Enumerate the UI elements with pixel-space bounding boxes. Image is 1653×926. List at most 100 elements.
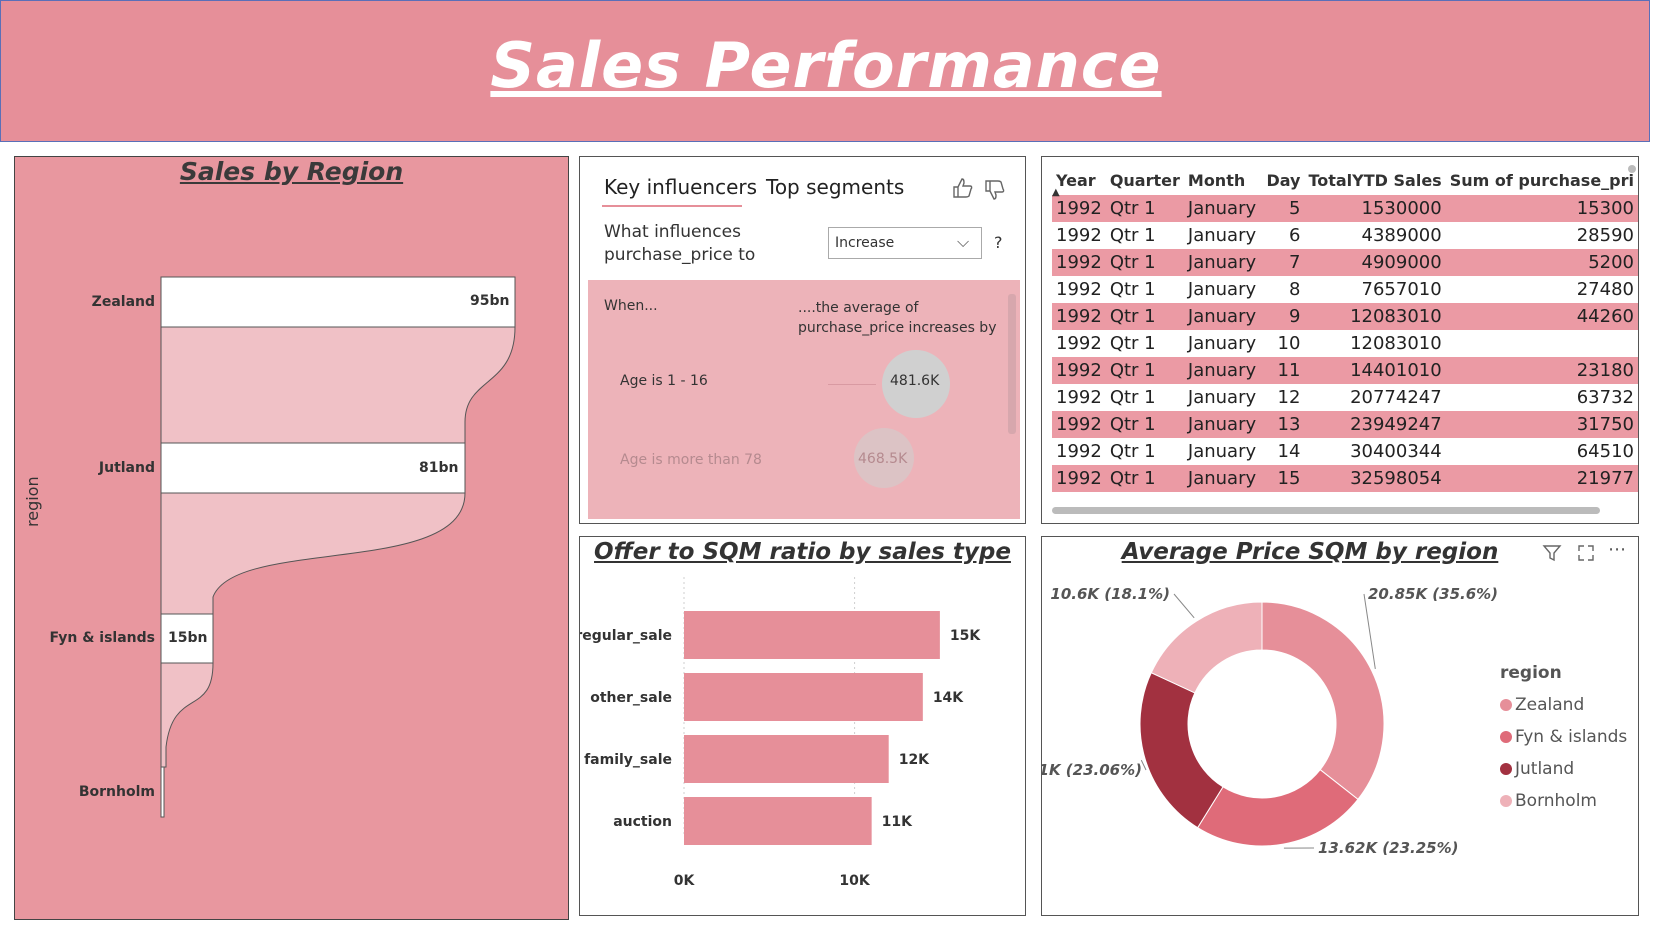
tab-key-influencers[interactable]: Key influencers <box>604 175 757 199</box>
legend-item[interactable]: Jutland <box>1500 759 1574 779</box>
pane-scrollbar[interactable] <box>1008 294 1016 434</box>
legend-label: Jutland <box>1515 759 1575 779</box>
table-row[interactable]: 1992 Qtr 1 January 13 23949247 31750 <box>1052 411 1638 438</box>
table-cell: 28590 <box>1576 225 1634 246</box>
increase-dropdown[interactable]: Increase ⌵ <box>828 227 982 259</box>
table-row[interactable]: 1992 Qtr 1 January 10 12083010 <box>1052 330 1638 357</box>
bar-chart-svg: 0K 10K regular_sale 15K other_sale 14K family_… <box>580 577 981 889</box>
bar-x-tick: 10K <box>839 873 870 889</box>
table-cell: 7657010 <box>1361 279 1442 300</box>
thumbs-up-icon[interactable] <box>952 177 974 204</box>
donut-data-label: 10.6K (18.1%) <box>1050 585 1170 603</box>
offer-sqm-bar-chart[interactable]: Offer to SQM ratio by sales type 0K 10K re… <box>579 536 1026 916</box>
bar-other_sale <box>684 673 923 721</box>
table-cell: 21977 <box>1445 465 1638 492</box>
bar-value-label: 12K <box>899 752 930 768</box>
table-row[interactable]: 1992 Qtr 1 January 12 20774247 63732 <box>1052 384 1638 411</box>
table-row[interactable]: 1992 Qtr 1 January 5 1530000 15300 <box>1052 195 1638 222</box>
table-cell: 31750 <box>1445 411 1638 438</box>
funnel-bar-bornholm <box>160 766 165 818</box>
table-cell: 5200 <box>1445 249 1638 276</box>
sales-table-visual[interactable]: Year Quarter Month Day TotalYTD Sales Su… <box>1041 156 1639 524</box>
legend-label: Bornholm <box>1515 791 1597 811</box>
table-cell: 1992 <box>1052 303 1106 330</box>
table-cell: 6 <box>1289 225 1301 246</box>
legend-item[interactable]: Zealand <box>1500 695 1584 715</box>
table-cell: 1992 <box>1052 249 1106 276</box>
table-cell: January <box>1187 387 1257 408</box>
influence-question: What influences purchase_price to <box>604 222 756 265</box>
table-cell: Qtr 1 <box>1109 387 1156 408</box>
bar-value-label: 15K <box>950 628 981 644</box>
table-row[interactable]: 1992 Qtr 1 January 9 12083010 44260 <box>1052 303 1638 330</box>
table-cell: Qtr 1 <box>1109 333 1156 354</box>
bar-category-label: regular_sale <box>580 628 672 644</box>
col-header-month[interactable]: Month <box>1184 165 1263 195</box>
influencer-row-2[interactable]: Age is more than 78 <box>620 452 762 468</box>
tab-top-segments[interactable]: Top segments <box>766 175 904 199</box>
table-cell: January <box>1183 195 1263 222</box>
table-cell: 44260 <box>1445 303 1638 330</box>
bar-regular_sale <box>684 611 940 659</box>
sort-arrow-icon: ▲ <box>1052 187 1060 198</box>
legend-label: Fyn & islands <box>1515 727 1628 747</box>
bar-x-tick: 0K <box>674 873 696 889</box>
col-header-purchase[interactable]: Sum of purchase_pri <box>1446 165 1638 195</box>
bar-category-label: other_sale <box>590 690 672 706</box>
table-cell: Qtr 1 <box>1105 249 1184 276</box>
when-label: When... <box>604 298 658 314</box>
key-influencers-visual[interactable]: Key influencers Top segments What influe… <box>579 156 1026 524</box>
table-scroll-thumb[interactable] <box>1628 165 1636 173</box>
donut-leader-line <box>1173 593 1195 619</box>
table-row[interactable]: 1992 Qtr 1 January 14 30400344 64510 <box>1052 438 1638 465</box>
avg-price-donut-chart[interactable]: Average Price SQM by region ⋯ 20.85K (35… <box>1041 536 1639 916</box>
influencer-bubble-1[interactable]: 481.6K <box>882 350 950 418</box>
table-row[interactable]: 1992 Qtr 1 January 7 4909000 5200 <box>1052 249 1638 276</box>
table-cell: 1992 <box>1056 333 1102 354</box>
table-cell: 13 <box>1262 411 1305 438</box>
thumbs-down-icon[interactable] <box>984 179 1006 205</box>
table-row[interactable]: 1992 Qtr 1 January 11 14401010 23180 <box>1052 357 1638 384</box>
table-cell: 8 <box>1289 279 1301 300</box>
table-cell: 32598054 <box>1304 465 1446 492</box>
table-cell: January <box>1187 279 1257 300</box>
funnel-label-fyn: Fyn & islands <box>49 630 155 646</box>
col-header-totalytd[interactable]: TotalYTD Sales <box>1304 165 1445 195</box>
col-header-quarter[interactable]: Quarter <box>1106 165 1184 195</box>
donut-leader-line <box>1363 593 1376 669</box>
table-cell: 23180 <box>1445 357 1638 384</box>
table-cell: Qtr 1 <box>1105 303 1184 330</box>
legend-item[interactable]: Fyn & islands <box>1500 727 1627 747</box>
col-header-day[interactable]: Day <box>1262 165 1304 195</box>
influencer-bubble-2[interactable]: 468.5K <box>854 428 914 488</box>
legend-item[interactable]: Bornholm <box>1500 791 1597 811</box>
bar-family_sale <box>684 735 889 783</box>
table-horizontal-scrollbar[interactable] <box>1052 507 1600 514</box>
help-icon[interactable]: ? <box>994 233 1003 252</box>
table-cell: 1992 <box>1052 195 1106 222</box>
table-cell: 64510 <box>1576 441 1634 462</box>
funnel-value-fyn: 15bn <box>168 630 208 646</box>
table-cell: January <box>1183 303 1263 330</box>
table-row[interactable]: 1992 Qtr 1 January 15 32598054 21977 <box>1052 465 1638 492</box>
table-cell <box>1446 330 1638 357</box>
influencer-connector <box>828 384 876 385</box>
table-cell: Qtr 1 <box>1109 441 1156 462</box>
funnel-shapes <box>160 276 516 818</box>
table-cell: January <box>1187 441 1257 462</box>
legend-dot-icon <box>1500 795 1512 807</box>
table-row[interactable]: 1992 Qtr 1 January 8 7657010 27480 <box>1052 276 1638 303</box>
influencer-row-1[interactable]: Age is 1 - 16 <box>620 373 708 389</box>
legend-label: Zealand <box>1515 695 1585 715</box>
donut-data-label: 20.85K (35.6%) <box>1368 585 1498 603</box>
bar-value-label: 14K <box>933 690 964 706</box>
funnel-label-bornholm: Bornholm <box>78 784 155 800</box>
table-cell: Qtr 1 <box>1109 225 1156 246</box>
table-row[interactable]: 1992 Qtr 1 January 6 4389000 28590 <box>1052 222 1638 249</box>
funnel-label-jutland: Jutland <box>98 460 155 476</box>
table-cell: Qtr 1 <box>1109 279 1156 300</box>
col-header-year[interactable]: Year <box>1052 165 1106 195</box>
table-cell: 27480 <box>1576 279 1634 300</box>
funnel-label-zealand: Zealand <box>91 294 155 310</box>
sales-by-region-funnel[interactable]: Sales by Region region Zealand Jutland F… <box>14 156 569 920</box>
